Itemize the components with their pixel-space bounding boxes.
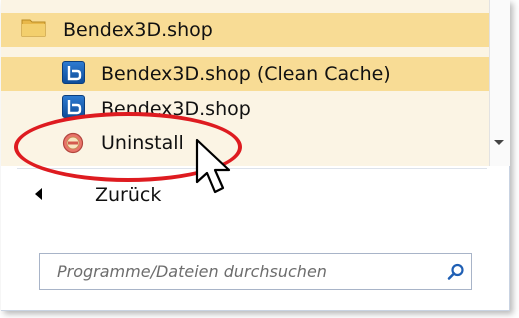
search-box[interactable] [39,253,472,290]
program-list: Bendex3D.shop Bendex3D.shop (Clean Cache… [1,0,489,166]
folder-bendex3d-shop[interactable]: Bendex3D.shop [1,13,489,47]
scrollbar[interactable] [489,0,510,166]
arrow-left-icon [35,188,42,200]
app-icon [62,95,85,118]
search-input[interactable] [40,254,435,289]
program-item-label: Bendex3D.shop (Clean Cache) [101,63,391,85]
app-icon [62,61,85,84]
search-icon[interactable] [447,263,465,285]
folder-label: Bendex3D.shop [63,19,213,41]
program-item-clean-cache[interactable]: Bendex3D.shop (Clean Cache) [1,57,489,91]
scroll-down-arrow-icon[interactable] [494,140,504,145]
folder-icon [21,17,47,37]
divider [17,168,487,169]
back-label: Zurück [95,184,161,206]
program-item-bendex3d-shop[interactable]: Bendex3D.shop [1,92,489,126]
program-item-label: Uninstall [101,132,184,154]
uninstall-icon [62,132,84,158]
back-button[interactable]: Zurück [35,182,175,212]
start-menu-panel: Bendex3D.shop Bendex3D.shop (Clean Cache… [1,0,510,311]
program-item-uninstall[interactable]: Uninstall [1,126,489,160]
program-item-label: Bendex3D.shop [101,98,251,120]
